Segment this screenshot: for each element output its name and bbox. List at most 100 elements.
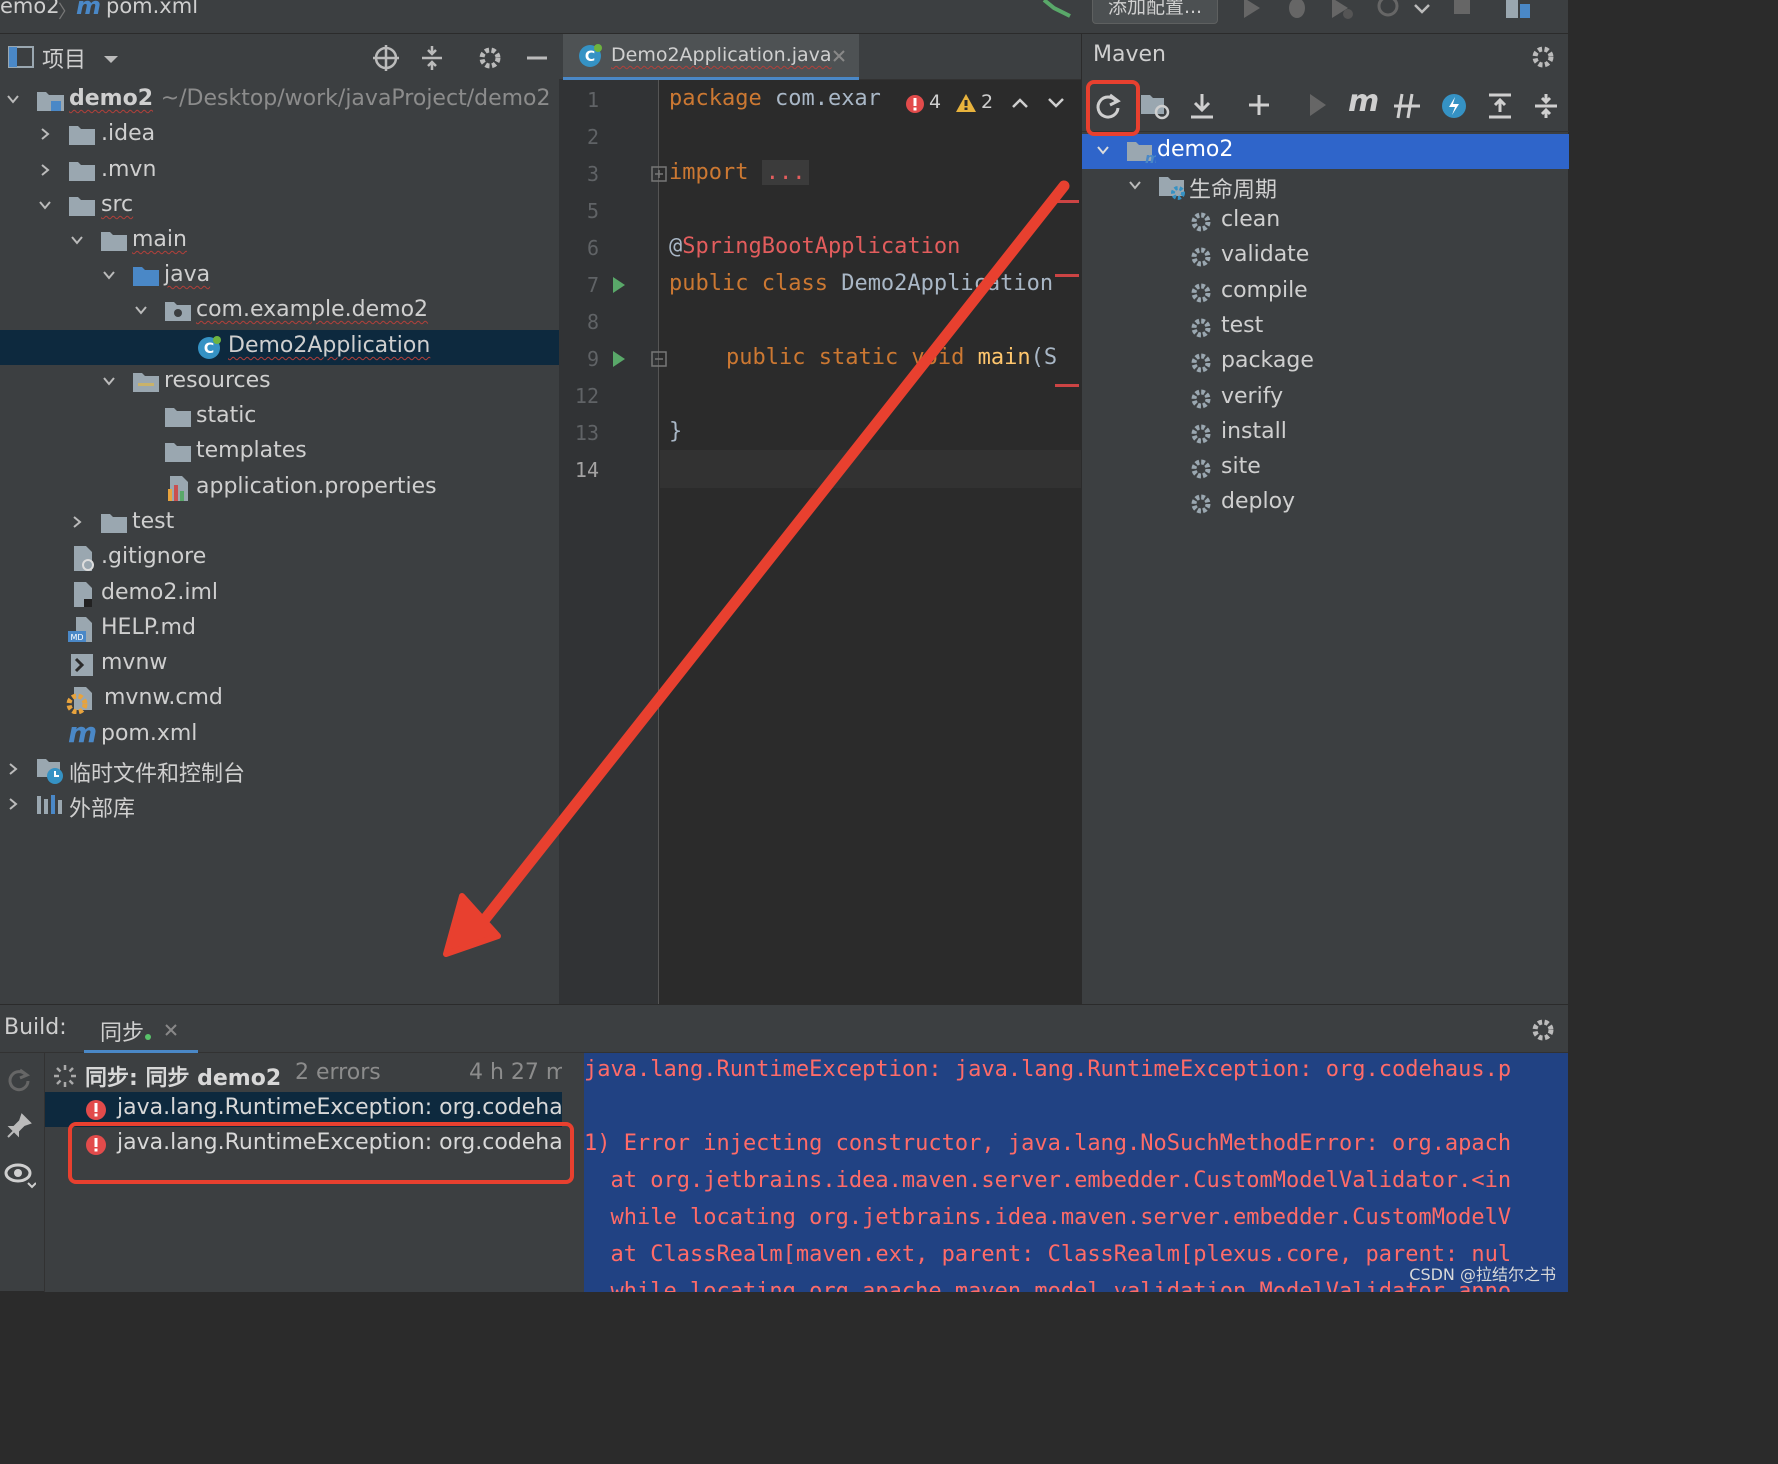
settings-gear-icon[interactable] (1530, 44, 1556, 70)
chevron-right-icon[interactable] (38, 163, 52, 177)
run-icon[interactable] (1240, 0, 1264, 20)
chevron-right-icon[interactable] (6, 762, 20, 776)
sync-root-row[interactable]: 同步: 同步 demo2 2 errors 4 h 27 m (45, 1057, 567, 1092)
tree-item-package[interactable]: com.example.demo2 (0, 294, 559, 329)
skip-tests-icon[interactable] (1440, 92, 1468, 120)
run-maven-icon[interactable] (1306, 92, 1330, 118)
chevron-down-icon[interactable] (102, 374, 116, 388)
chevron-down-icon[interactable] (6, 92, 20, 106)
breadcrumb-project[interactable]: emo2 (0, 0, 60, 18)
chevron-down-icon[interactable] (134, 303, 148, 317)
coverage-icon[interactable] (1328, 0, 1354, 20)
tree-label: application.properties (196, 474, 437, 499)
tree-item-java[interactable]: java (0, 259, 559, 294)
collapse-all-icon[interactable] (1532, 92, 1560, 120)
tree-label: src (101, 192, 134, 217)
error-stripe-mark[interactable] (1055, 274, 1079, 277)
code-editor[interactable]: C Demo2Application.java 1 2 3 5 6 7 8 9 … (559, 34, 1081, 1004)
tree-item-static[interactable]: static (0, 400, 559, 435)
maven-goal-install[interactable]: install (1082, 416, 1569, 451)
build-console-output[interactable]: java.lang.RuntimeException: java.lang.Ru… (584, 1053, 1568, 1292)
maven-goal-package[interactable]: package (1082, 345, 1569, 380)
breadcrumb-file[interactable]: pom.xml (106, 0, 198, 18)
maven-goal-validate[interactable]: validate (1082, 239, 1569, 274)
fold-icon[interactable] (651, 166, 667, 182)
error-stripe-mark[interactable] (1055, 200, 1079, 203)
chevron-down-icon[interactable] (70, 233, 84, 247)
maven-lifecycle[interactable]: 生命周期 (1082, 169, 1569, 204)
run-gutter-icon[interactable] (611, 275, 627, 295)
tree-item-src[interactable]: src (0, 189, 559, 224)
chevron-right-icon[interactable] (6, 797, 20, 811)
chevron-down-icon[interactable] (102, 268, 116, 282)
tree-item-templates[interactable]: templates (0, 435, 559, 470)
eye-icon[interactable] (4, 1161, 36, 1189)
tree-item-test[interactable]: test (0, 506, 559, 541)
chevron-down-icon[interactable] (38, 198, 52, 212)
run-gutter-icon[interactable] (611, 349, 627, 369)
tree-item-pom-xml[interactable]: m pom.xml (0, 716, 559, 753)
chevron-down-icon[interactable] (1096, 143, 1110, 157)
error-icon (906, 95, 924, 113)
tree-item-main[interactable]: main (0, 224, 559, 259)
project-view-dropdown-icon[interactable] (102, 54, 120, 66)
close-tab-icon[interactable] (831, 48, 847, 64)
maven-goal-compile[interactable]: compile (1082, 275, 1569, 310)
inspection-widget[interactable]: 4 2 (899, 86, 1081, 122)
tree-item-mvnw-cmd[interactable]: mvnw.cmd (0, 682, 559, 717)
chevron-down-icon[interactable] (1412, 2, 1432, 16)
execute-goal-icon[interactable]: m (1348, 84, 1379, 119)
chevron-up-icon[interactable] (1011, 96, 1029, 110)
console-line: java.lang.RuntimeException: java.lang.Ru… (584, 1057, 1512, 1082)
project-structure-icon[interactable] (1504, 0, 1534, 22)
tree-item-demo2[interactable]: demo2 ~/Desktop/work/javaProject/demo2 (0, 83, 559, 118)
build-hammer-icon[interactable] (1040, 0, 1074, 22)
tree-item-mvn[interactable]: .mvn (0, 154, 559, 189)
settings-gear-icon[interactable] (476, 44, 504, 72)
chevron-down-icon[interactable] (1128, 178, 1142, 192)
maven-goal-verify[interactable]: verify (1082, 381, 1569, 416)
tree-item-application-properties[interactable]: application.properties (0, 471, 559, 506)
pin-icon[interactable] (6, 1113, 32, 1139)
hide-panel-icon[interactable] (524, 44, 550, 72)
line-number: 13 (574, 421, 599, 445)
generate-sources-icon[interactable] (1140, 92, 1172, 120)
tree-label: 临时文件和控制台 (69, 762, 246, 787)
maven-goal-test[interactable]: test (1082, 310, 1569, 345)
tree-item-external-libraries[interactable]: 外部库 (0, 788, 559, 823)
profile-icon[interactable] (1376, 0, 1408, 20)
error-stripe-mark[interactable] (1055, 384, 1079, 387)
maven-goal-site[interactable]: site (1082, 451, 1569, 486)
maven-goal-deploy[interactable]: deploy (1082, 486, 1569, 521)
project-panel-title[interactable]: 项目 (42, 42, 86, 74)
tab-demo2application[interactable]: C Demo2Application.java (563, 34, 859, 80)
maven-file-icon: m (68, 716, 98, 749)
maven-project-demo2[interactable]: m demo2 (1082, 134, 1569, 169)
tree-item-demo2-iml[interactable]: demo2.iml (0, 577, 559, 612)
maven-goal-clean[interactable]: clean (1082, 204, 1569, 239)
download-icon[interactable] (1188, 92, 1216, 120)
tree-item-demo2application[interactable]: C Demo2Application (0, 330, 559, 365)
tree-item-resources[interactable]: resources (0, 365, 559, 400)
add-configuration-button[interactable]: 添加配置... (1092, 0, 1218, 24)
chevron-down-icon[interactable] (1047, 96, 1065, 110)
tree-item-idea[interactable]: .idea (0, 118, 559, 153)
tab-sync[interactable]: 同步 (84, 1005, 198, 1053)
debug-icon[interactable] (1284, 0, 1310, 20)
collapse-all-icon[interactable] (418, 44, 446, 72)
fold-icon[interactable] (651, 351, 667, 367)
chevron-right-icon[interactable] (70, 515, 84, 529)
show-dependencies-icon[interactable] (1486, 92, 1514, 120)
rerun-icon[interactable] (6, 1067, 32, 1093)
tree-item-gitignore[interactable]: .gitignore (0, 541, 559, 576)
toggle-offline-icon[interactable] (1392, 92, 1422, 120)
stop-icon[interactable] (1452, 0, 1472, 18)
locate-file-icon[interactable] (372, 44, 400, 72)
tree-item-scratches[interactable]: 临时文件和控制台 (0, 753, 559, 788)
tree-item-mvnw[interactable]: mvnw (0, 647, 559, 682)
chevron-right-icon[interactable] (38, 127, 52, 141)
tree-item-help-md[interactable]: MD HELP.md (0, 612, 559, 647)
close-tab-icon[interactable] (164, 1023, 178, 1037)
add-icon[interactable] (1246, 92, 1272, 118)
settings-gear-icon[interactable] (1530, 1017, 1556, 1043)
